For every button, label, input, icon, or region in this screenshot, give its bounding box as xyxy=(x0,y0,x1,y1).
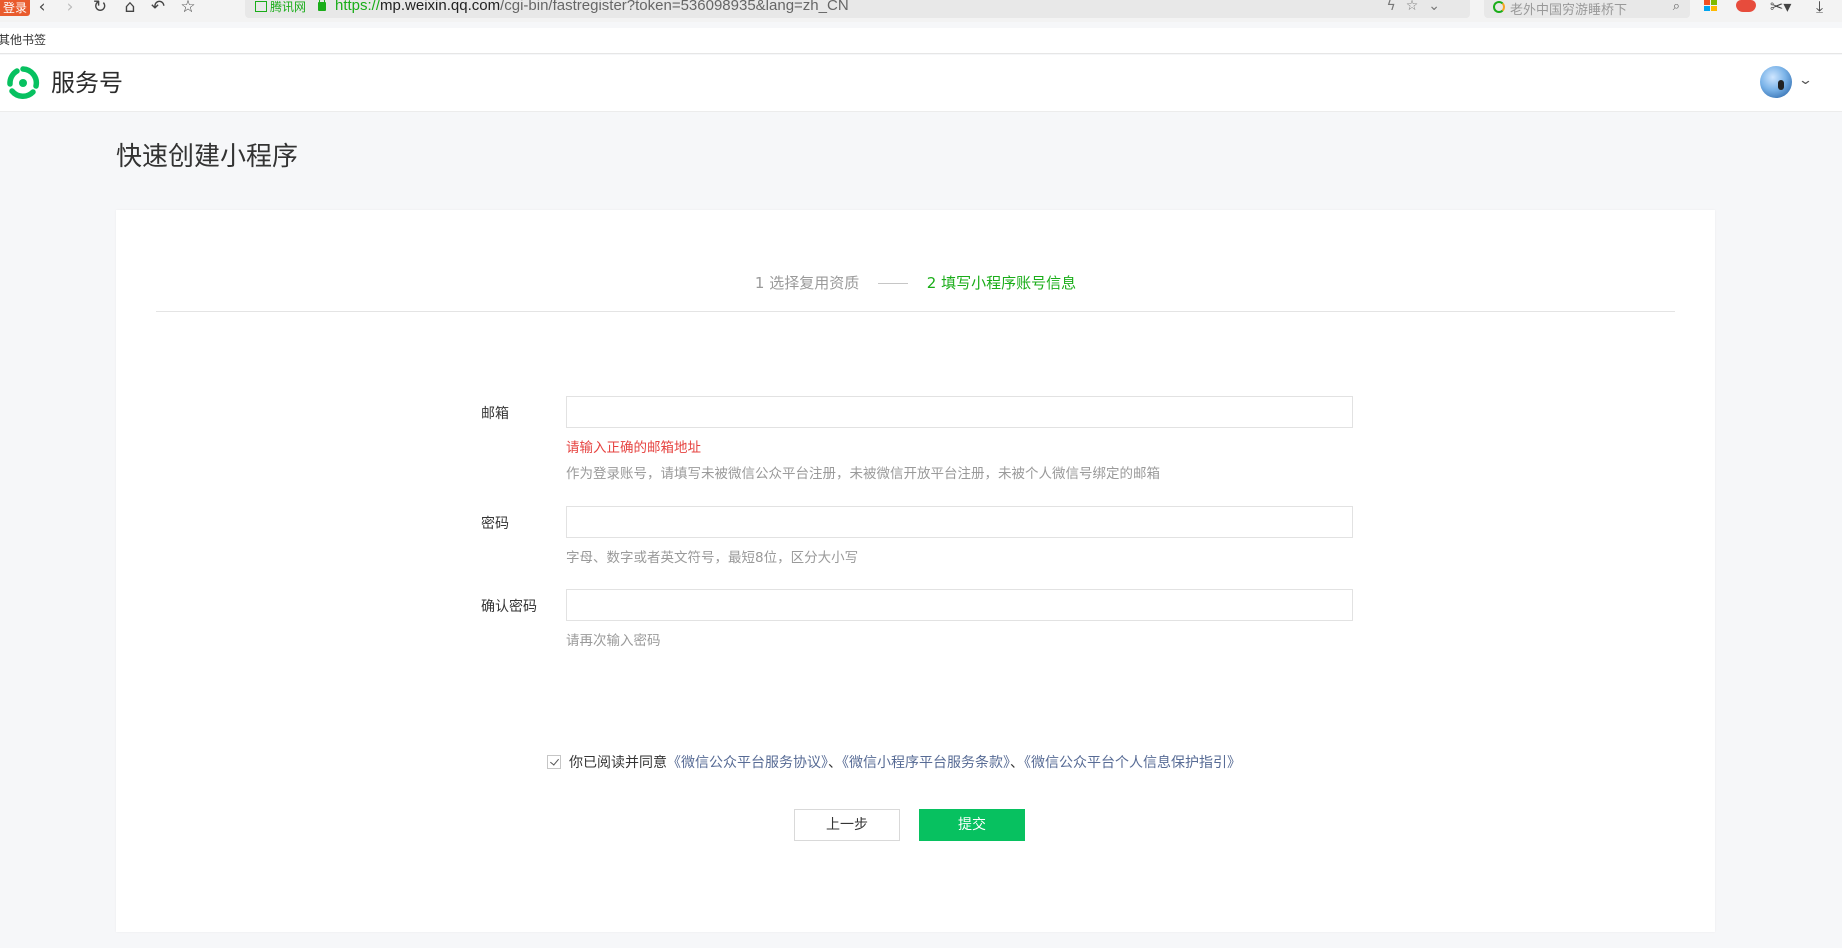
password-label: 密码 xyxy=(481,516,509,532)
address-bar[interactable]: 腾讯网 https://mp.weixin.qq.com/cgi-bin/fas… xyxy=(245,0,1470,18)
confirm-password-field[interactable] xyxy=(566,589,1353,621)
tile-green xyxy=(1711,0,1717,5)
certificate-icon xyxy=(255,1,267,12)
step-separator-line xyxy=(156,311,1675,312)
download-icon[interactable]: ⤓ xyxy=(1816,0,1823,17)
user-avatar[interactable] xyxy=(1760,66,1792,98)
link-service-agreement[interactable]: 《微信公众平台服务协议》 xyxy=(667,755,828,771)
address-url[interactable]: https://mp.weixin.qq.com/cgi-bin/fastreg… xyxy=(335,0,849,14)
home-icon[interactable]: ⌂ xyxy=(118,0,142,16)
password-field[interactable] xyxy=(566,506,1353,538)
lightning-icon[interactable]: ϟ xyxy=(1386,0,1405,14)
undo-icon[interactable]: ↶ xyxy=(146,0,170,16)
bookmark-bar: 其他书签 xyxy=(0,28,1842,54)
tile-blue xyxy=(1704,6,1710,11)
submit-button[interactable]: 提交 xyxy=(919,809,1025,841)
tile-yellow xyxy=(1711,6,1717,11)
step-1: 1 选择复用资质 xyxy=(754,274,860,292)
confirm-password-tip: 请再次输入密码 xyxy=(566,633,661,649)
site-certificate[interactable]: 腾讯网 xyxy=(255,0,306,14)
forward-icon[interactable]: › xyxy=(58,0,82,16)
favorite-star-icon[interactable]: ☆ xyxy=(176,0,200,16)
bookmark-star-icon[interactable]: ☆ xyxy=(1406,0,1429,14)
site-name[interactable]: 服务号 xyxy=(51,66,123,100)
previous-step-button[interactable]: 上一步 xyxy=(794,809,900,841)
browser-search-box[interactable]: 老外中国穷游睡桥下 ⌕ xyxy=(1484,0,1690,18)
email-field[interactable] xyxy=(566,396,1353,428)
confirm-password-label: 确认密码 xyxy=(481,599,537,615)
chevron-down-icon[interactable]: ⌄ xyxy=(1428,0,1450,14)
search-engine-icon xyxy=(1493,1,1505,13)
agreement-prefix: 你已阅读并同意 xyxy=(569,755,667,771)
lock-icon xyxy=(318,0,326,11)
email-label: 邮箱 xyxy=(481,406,509,422)
chevron-down-icon[interactable]: ⌄ xyxy=(1798,73,1813,88)
email-error: 请输入正确的邮箱地址 xyxy=(566,440,701,456)
agreement-separator: 、 xyxy=(828,755,842,771)
browser-toolbar: 登录 ‹ › ↻ ⌂ ↶ ☆ 腾讯网 https://mp.weixin.qq.… xyxy=(0,0,1842,22)
address-actions: ϟ☆⌄ xyxy=(1386,0,1450,14)
email-tip: 作为登录账号，请填写未被微信公众平台注册，未被微信开放平台注册，未被个人微信号绑… xyxy=(566,466,1160,482)
step-divider xyxy=(878,283,908,284)
password-tip: 字母、数字或者英文符号，最短8位，区分大小写 xyxy=(566,550,859,566)
agreement-row: 你已阅读并同意《微信公众平台服务协议》、《微信小程序平台服务条款》、《微信公众平… xyxy=(547,752,1241,772)
screenshot-scissors-icon[interactable]: ✂▾ xyxy=(1770,0,1791,16)
agreement-checkbox[interactable] xyxy=(547,755,561,769)
wechat-service-logo-icon[interactable] xyxy=(6,66,40,100)
tile-red xyxy=(1704,0,1710,5)
refresh-icon[interactable]: ↻ xyxy=(88,0,112,16)
agreement-separator: 、 xyxy=(1010,755,1024,771)
step-indicator: 1 选择复用资质 2 填写小程序账号信息 xyxy=(116,272,1715,302)
search-icon[interactable]: ⌕ xyxy=(1673,0,1680,14)
page-title: 快速创建小程序 xyxy=(116,142,299,172)
site-header: 服务号 ⌄ xyxy=(0,55,1842,112)
registration-card: 1 选择复用资质 2 填写小程序账号信息 邮箱 请输入正确的邮箱地址 作为登录账… xyxy=(116,210,1715,932)
login-badge[interactable]: 登录 xyxy=(0,0,31,16)
search-suggestion: 老外中国穷游睡桥下 xyxy=(1510,3,1628,18)
link-miniprogram-terms[interactable]: 《微信小程序平台服务条款》 xyxy=(842,755,1010,771)
windows-app-icon[interactable] xyxy=(1704,0,1718,12)
gamepad-icon[interactable] xyxy=(1736,0,1756,12)
link-privacy-guide[interactable]: 《微信公众平台个人信息保护指引》 xyxy=(1024,755,1241,771)
back-icon[interactable]: ‹ xyxy=(30,0,54,16)
step-2-active: 2 填写小程序账号信息 xyxy=(926,274,1077,292)
bookmark-other[interactable]: 其他书签 xyxy=(0,31,46,48)
